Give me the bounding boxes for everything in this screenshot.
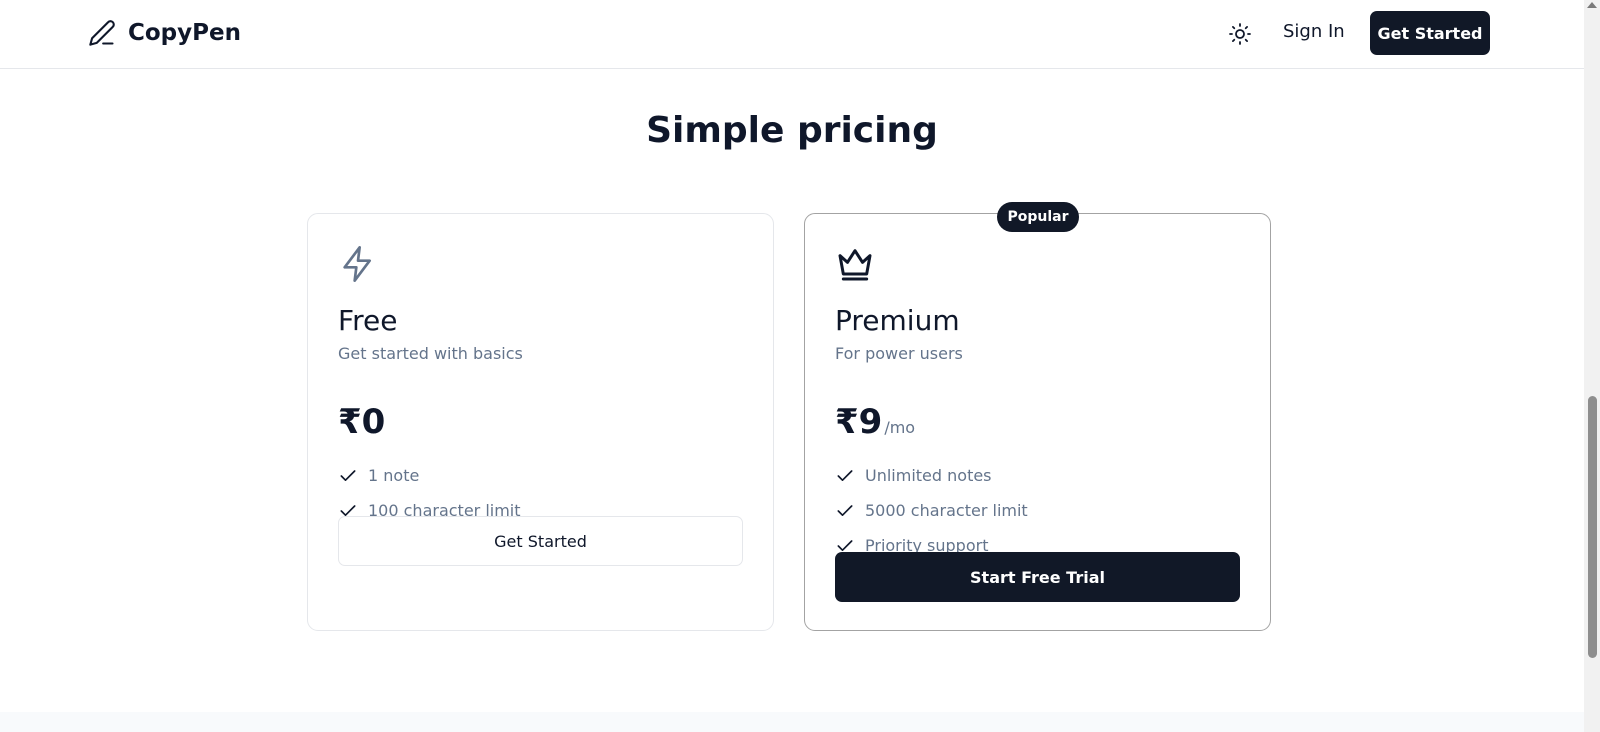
lightning-icon bbox=[343, 246, 371, 282]
pen-icon bbox=[89, 20, 115, 46]
free-get-started-button[interactable]: Get Started bbox=[338, 516, 743, 566]
feature-list: Unlimited notes 5000 character limit Pri… bbox=[835, 458, 1028, 563]
plan-name: Premium bbox=[835, 304, 960, 337]
plan-card-free: Free Get started with basics ₹0 1 note 1… bbox=[307, 213, 774, 631]
plan-price: ₹0 bbox=[338, 402, 385, 442]
feature-label: 1 note bbox=[368, 466, 420, 485]
brand-logo[interactable]: CopyPen bbox=[88, 19, 241, 47]
top-nav: CopyPen Sign In Get Started bbox=[0, 0, 1584, 69]
page-scrollbar[interactable] bbox=[1584, 0, 1600, 732]
feature-label: Unlimited notes bbox=[865, 466, 992, 485]
plan-description: For power users bbox=[835, 344, 963, 363]
plan-price: ₹9 /mo bbox=[835, 402, 915, 442]
price-period: /mo bbox=[884, 418, 916, 437]
crown-icon bbox=[838, 249, 872, 281]
sign-in-button[interactable]: Sign In bbox=[1283, 21, 1345, 42]
scroll-up-icon[interactable] bbox=[1587, 2, 1597, 8]
plan-card-premium: Popular Premium For power users ₹9 /mo U… bbox=[804, 202, 1271, 631]
scroll-thumb[interactable] bbox=[1588, 396, 1597, 658]
feature-item: Unlimited notes bbox=[835, 458, 1028, 493]
feature-item: 5000 character limit bbox=[835, 493, 1028, 528]
plan-description: Get started with basics bbox=[338, 344, 523, 363]
sun-icon[interactable] bbox=[1228, 22, 1252, 46]
footer-section bbox=[0, 712, 1584, 732]
check-icon bbox=[340, 469, 356, 481]
get-started-nav-button[interactable]: Get Started bbox=[1370, 11, 1490, 55]
pricing-title: Simple pricing bbox=[646, 110, 938, 151]
price-amount: ₹0 bbox=[338, 402, 386, 442]
feature-label: 5000 character limit bbox=[865, 501, 1028, 520]
feature-item: 1 note bbox=[338, 458, 521, 493]
page: CopyPen Sign In Get Started Simple prici… bbox=[0, 0, 1584, 732]
price-amount: ₹9 bbox=[835, 402, 883, 442]
start-free-trial-button[interactable]: Start Free Trial bbox=[835, 552, 1240, 602]
check-icon bbox=[837, 504, 853, 516]
brand-name: CopyPen bbox=[128, 20, 241, 46]
plan-name: Free bbox=[338, 304, 398, 337]
check-icon bbox=[837, 469, 853, 481]
popular-badge: Popular bbox=[997, 202, 1079, 232]
